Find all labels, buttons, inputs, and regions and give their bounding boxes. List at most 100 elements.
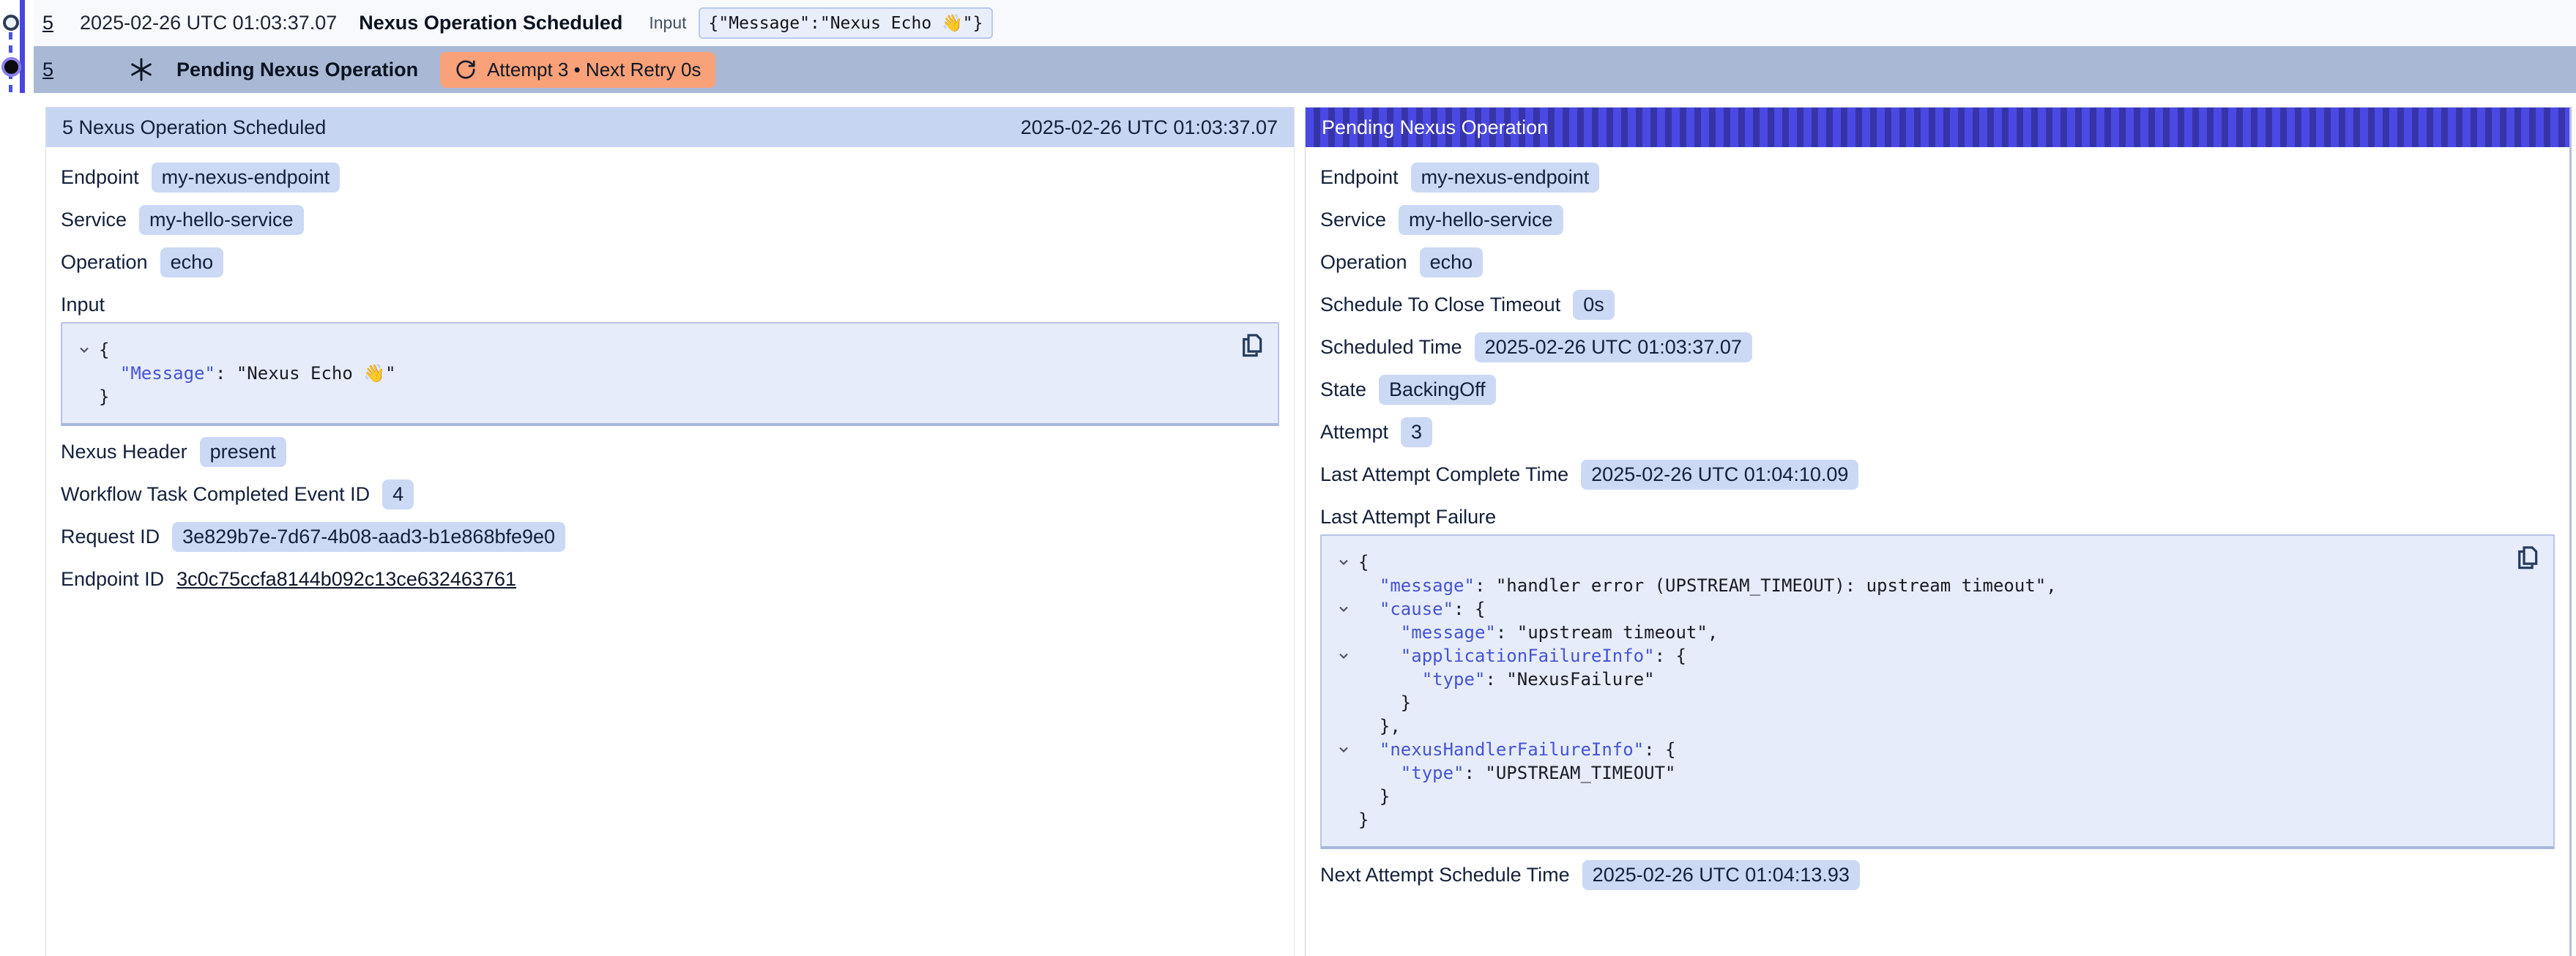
event-input-value-badge: {"Message":"Nexus Echo 👋"} bbox=[699, 7, 994, 39]
field-value-badge: my-nexus-endpoint bbox=[152, 163, 340, 193]
input-json-lines: { "Message": "Nexus Echo 👋"} bbox=[70, 338, 1234, 408]
code-line: "cause": { bbox=[1329, 597, 2509, 621]
field-label: Last Attempt Complete Time bbox=[1320, 463, 1568, 486]
field-label: Scheduled Time bbox=[1320, 336, 1462, 359]
code-line: "Message": "Nexus Echo 👋" bbox=[70, 362, 1234, 385]
event-row-scheduled[interactable]: 5 2025-02-26 UTC 01:03:37.07 Nexus Opera… bbox=[34, 0, 2576, 46]
field-value-badge: 3 bbox=[1401, 417, 1432, 447]
code-gutter bbox=[1329, 785, 1358, 808]
retry-badge-label: Attempt 3 • Next Retry 0s bbox=[487, 59, 701, 81]
field-value-badge: my-nexus-endpoint bbox=[1411, 163, 1600, 193]
pending-title: Pending Nexus Operation bbox=[176, 59, 418, 81]
code-line: } bbox=[70, 385, 1234, 408]
field-row: Next Attempt Schedule Time2025-02-26 UTC… bbox=[1320, 859, 2555, 892]
copy-icon[interactable] bbox=[1237, 332, 1266, 362]
code-text: } bbox=[1358, 785, 1390, 808]
field-label: Attempt bbox=[1320, 421, 1388, 444]
collapse-chevron-icon[interactable] bbox=[70, 338, 99, 362]
field-row: Endpoint ID3c0c75ccfa8144b092c13ce632463… bbox=[61, 563, 1279, 596]
code-line: "nexusHandlerFailureInfo": { bbox=[1329, 738, 2509, 761]
event-detail-header-title: 5 Nexus Operation Scheduled bbox=[62, 116, 326, 139]
field-row: Endpoint my-nexus-endpoint bbox=[1320, 161, 2555, 194]
code-line: }, bbox=[1329, 714, 2509, 738]
event-input-label: Input bbox=[649, 13, 686, 33]
field-label: Operation bbox=[1320, 251, 1407, 274]
field-label: Endpoint bbox=[1320, 166, 1399, 189]
pending-fields: Endpointmy-nexus-endpointServicemy-hello… bbox=[1320, 161, 2555, 491]
code-text: } bbox=[1358, 691, 1411, 714]
code-gutter bbox=[1329, 691, 1358, 714]
field-row: Request ID 3e829b7e-7d67-4b08-aad3-b1e868… bbox=[61, 520, 1279, 553]
field-value-badge: 4 bbox=[382, 479, 414, 509]
field-label: Endpoint bbox=[61, 166, 139, 189]
retry-icon bbox=[455, 59, 477, 81]
field-row: Endpoint my-nexus-endpoint bbox=[61, 161, 1279, 194]
event-detail-header: 5 Nexus Operation Scheduled 2025-02-26 U… bbox=[46, 108, 1294, 147]
code-text: "type": "NexusFailure" bbox=[1358, 668, 1655, 691]
collapse-chevron-icon[interactable] bbox=[1329, 644, 1358, 668]
field-value-badge: my-hello-service bbox=[139, 205, 304, 235]
event-detail-fields-2: Nexus Header present Workflow Task Complet… bbox=[61, 436, 1279, 596]
code-text: "nexusHandlerFailureInfo": { bbox=[1358, 738, 1676, 761]
timeline-node-open-icon bbox=[3, 15, 19, 31]
code-gutter bbox=[1329, 621, 1358, 644]
code-line: "message": "handler error (UPSTREAM_TIME… bbox=[1329, 574, 2509, 597]
field-label: Request ID bbox=[61, 526, 160, 548]
failure-section-label: Last Attempt Failure bbox=[1320, 506, 2555, 529]
pending-id-link[interactable]: 5 bbox=[42, 59, 53, 81]
collapse-chevron-icon[interactable] bbox=[1329, 597, 1358, 621]
code-line: { bbox=[1329, 550, 2509, 574]
field-value-badge: echo bbox=[160, 247, 224, 277]
field-label: Schedule To Close Timeout bbox=[1320, 294, 1560, 316]
field-value-badge: echo bbox=[1420, 247, 1484, 277]
field-row: Scheduled Time 2025-02-26 UTC 01:03:37.07 bbox=[1320, 331, 2555, 364]
input-section-label: Input bbox=[61, 294, 1279, 316]
field-value-badge: present bbox=[200, 437, 286, 467]
code-text: "Message": "Nexus Echo 👋" bbox=[99, 362, 396, 385]
field-row: Nexus Header present bbox=[61, 436, 1279, 468]
field-value-badge: 2025-02-26 UTC 01:04:13.93 bbox=[1582, 860, 1860, 890]
event-id-link[interactable]: 5 bbox=[42, 12, 53, 34]
code-line: { bbox=[70, 338, 1234, 362]
code-text: } bbox=[1358, 808, 1369, 832]
timeline-active-bar bbox=[20, 0, 25, 93]
field-value-link[interactable]: 3c0c75ccfa8144b092c13ce632463761 bbox=[176, 568, 516, 591]
field-label: Workflow Task Completed Event ID bbox=[61, 483, 370, 506]
code-text: "applicationFailureInfo": { bbox=[1358, 644, 1686, 668]
collapse-chevron-icon[interactable] bbox=[1329, 550, 1358, 574]
event-timestamp: 2025-02-26 UTC 01:03:37.07 bbox=[80, 12, 337, 34]
field-row: Operation echo bbox=[61, 246, 1279, 279]
code-line: } bbox=[1329, 691, 2509, 714]
code-text: { bbox=[99, 338, 109, 362]
code-text: "cause": { bbox=[1358, 597, 1485, 621]
field-label: State bbox=[1320, 378, 1366, 401]
code-gutter bbox=[1329, 761, 1358, 785]
event-history-rows: 5 2025-02-26 UTC 01:03:37.07 Nexus Opera… bbox=[34, 0, 2576, 93]
pending-panel-header-title: Pending Nexus Operation bbox=[1322, 116, 1548, 139]
field-value-badge: my-hello-service bbox=[1399, 205, 1563, 235]
field-row: Schedule To Close Timeout 0s bbox=[1320, 288, 2555, 321]
field-value-badge: 2025-02-26 UTC 01:03:37.07 bbox=[1475, 332, 1752, 362]
code-text: "message": "upstream timeout", bbox=[1358, 621, 1718, 644]
event-row-pending-selected[interactable]: 5 Pending Nexus Operation Attempt 3 • Ne… bbox=[34, 46, 2576, 93]
pending-operation-panel: Pending Nexus Operation Endpoint my-nexus… bbox=[1305, 107, 2572, 956]
field-row: Attempt 3 bbox=[1320, 416, 2555, 449]
code-line: } bbox=[1329, 808, 2509, 832]
copy-icon[interactable] bbox=[2512, 545, 2542, 574]
event-title: Nexus Operation Scheduled bbox=[359, 12, 622, 34]
field-label: Nexus Header bbox=[61, 441, 187, 463]
field-label: Operation bbox=[61, 251, 148, 274]
pending-panel-header: Pending Nexus Operation bbox=[1306, 108, 2569, 147]
code-line: "applicationFailureInfo": { bbox=[1329, 644, 2509, 668]
field-label: Service bbox=[61, 209, 127, 231]
field-value-badge: 3e829b7e-7d67-4b08-aad3-b1e868bfe9e0 bbox=[172, 522, 565, 552]
failure-json-block: { "message": "handler error (UPSTREAM_TI… bbox=[1320, 534, 2555, 849]
code-text: } bbox=[99, 385, 109, 408]
field-value-badge: 0s bbox=[1573, 290, 1615, 320]
code-line: "type": "NexusFailure" bbox=[1329, 668, 2509, 691]
event-detail-panel: 5 Nexus Operation Scheduled 2025-02-26 U… bbox=[45, 107, 1295, 956]
timeline-node-current-icon bbox=[4, 60, 18, 74]
event-detail-fields: Endpoint my-nexus-endpoint Service my-hello… bbox=[61, 161, 1279, 279]
collapse-chevron-icon[interactable] bbox=[1329, 738, 1358, 761]
code-gutter bbox=[70, 362, 99, 385]
